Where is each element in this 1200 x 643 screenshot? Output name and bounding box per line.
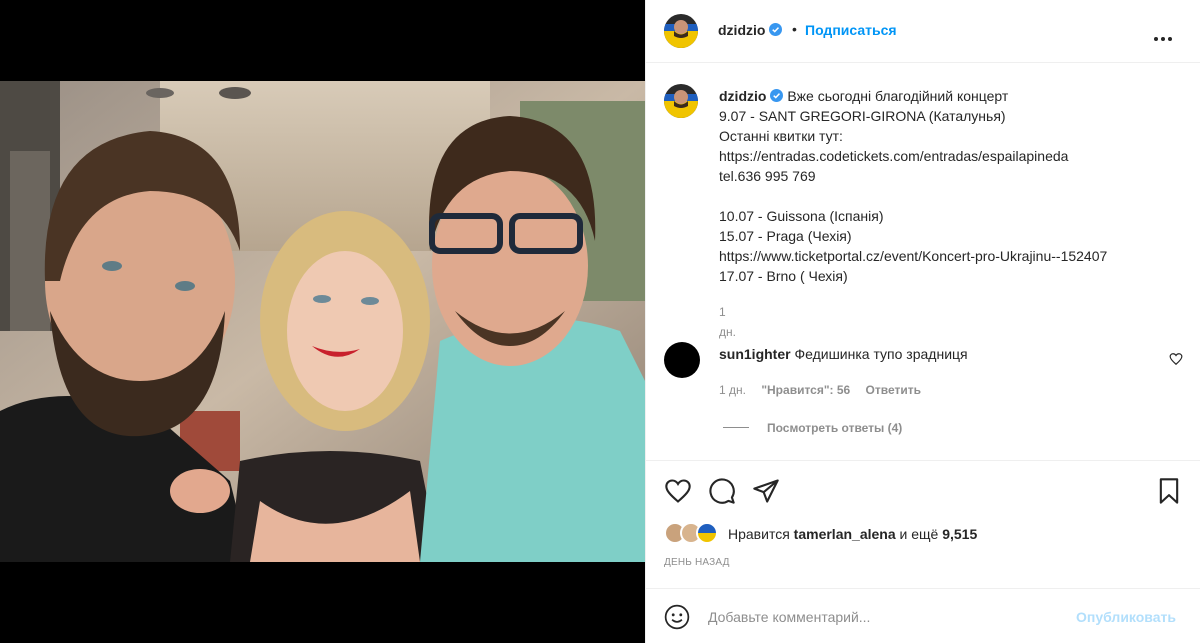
follow-button[interactable]: Подписаться — [805, 22, 897, 38]
verified-badge-icon — [770, 89, 784, 102]
post-photo[interactable] — [0, 81, 645, 562]
post-header: dzidzio • Подписаться — [646, 0, 1200, 63]
reply-button[interactable]: Ответить — [866, 383, 921, 397]
post-panel: dzidzio • Подписаться dzidzio Вже сьогод… — [645, 0, 1200, 643]
comment: sun1ighter Федишинка тупо зрадниця — [719, 345, 968, 363]
comment-likes[interactable]: "Нравится": 56 — [761, 383, 850, 397]
caption-line: 15.07 - Praga (Чехія) — [719, 228, 852, 244]
comment-input[interactable] — [708, 606, 1068, 628]
post-actions — [646, 460, 1200, 520]
verified-badge-icon — [769, 23, 783, 36]
likes-count[interactable]: 9,515 — [942, 526, 977, 542]
comment-icon[interactable] — [708, 477, 736, 505]
add-comment-bar: Опубликовать — [646, 588, 1200, 643]
commenter-avatar[interactable] — [664, 342, 700, 378]
liker-avatars[interactable] — [664, 522, 724, 544]
liker-username[interactable]: tamerlan_alena — [794, 526, 896, 542]
post-media — [0, 0, 645, 643]
commenter-username[interactable]: sun1ighter — [719, 346, 791, 362]
caption-link[interactable]: https://www.ticketportal.cz/event/Koncer… — [719, 246, 1179, 266]
author-avatar[interactable] — [664, 14, 698, 48]
paper-plane-icon[interactable] — [752, 477, 780, 505]
caption-line: tel.636 995 769 — [719, 168, 816, 184]
post-caption: dzidzio Вже сьогодні благодійний концерт… — [719, 86, 1179, 286]
caption-link[interactable]: https://entradas.codetickets.com/entrada… — [719, 146, 1179, 166]
liker-avatar — [696, 522, 718, 544]
caption-line: Вже сьогодні благодійний концерт — [787, 88, 1009, 104]
caption-line: 9.07 - SANT GREGORI-GIRONA (Каталунья) — [719, 108, 1006, 124]
comment-heart-icon[interactable] — [1169, 352, 1183, 366]
replies-divider — [723, 427, 749, 428]
caption-line: Останні квитки тут: — [719, 128, 843, 144]
likes-conjunction: и ещё — [899, 526, 939, 542]
likes-prefix: Нравится — [728, 526, 790, 542]
view-replies-button[interactable]: Посмотреть ответы (4) — [723, 421, 902, 435]
author-username[interactable]: dzidzio — [718, 22, 783, 38]
post-time[interactable]: День назад — [664, 557, 730, 568]
more-horizontal-icon[interactable] — [1154, 28, 1178, 41]
publish-button[interactable]: Опубликовать — [1076, 609, 1176, 625]
caption-time[interactable]: 1 дн. — [719, 302, 736, 342]
view-replies-label: Посмотреть ответы (4) — [767, 421, 903, 435]
caption-line: 10.07 - Guissona (Іспанія) — [719, 208, 884, 224]
emoji-smile-icon[interactable] — [664, 604, 690, 630]
caption-username[interactable]: dzidzio — [719, 88, 766, 104]
caption-line: 17.07 - Brno ( Чехія) — [719, 268, 848, 284]
heart-icon[interactable] — [664, 477, 692, 505]
bookmark-icon[interactable] — [1155, 477, 1183, 505]
likes-text: Нравится tamerlan_alena и ещё 9,515 — [728, 526, 977, 542]
comment-time[interactable]: 1 дн. — [719, 383, 746, 397]
comment-text: Федишинка тупо зрадниця — [794, 346, 968, 362]
caption-author-avatar[interactable] — [664, 84, 698, 118]
comment-meta: 1 дн. "Нравится": 56 Ответить — [719, 383, 933, 397]
separator-dot: • — [792, 21, 797, 37]
